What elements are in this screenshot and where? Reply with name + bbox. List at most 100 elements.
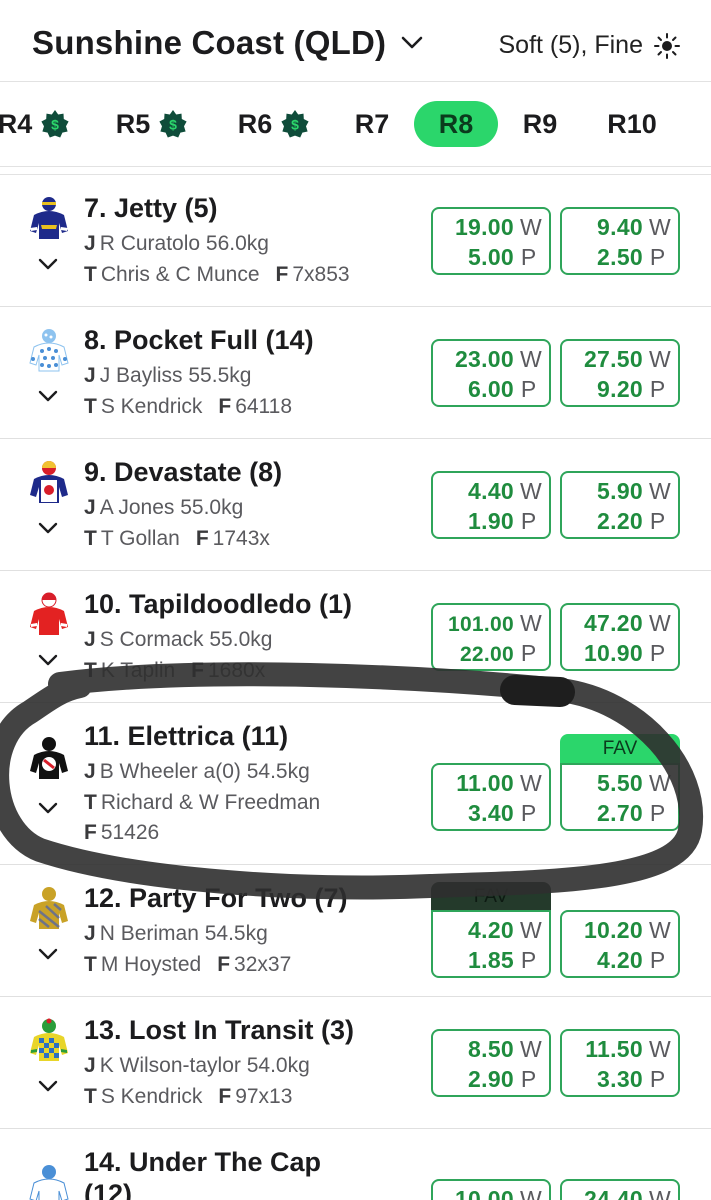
form: 32x37 (234, 953, 292, 976)
chevron-down-icon[interactable] (37, 801, 59, 815)
jockey-silks-icon (30, 737, 68, 779)
chevron-down-icon[interactable] (37, 257, 59, 271)
page-header: Sunshine Coast (QLD) Soft (5), Fine (0, 0, 711, 82)
chevron-down-icon (401, 36, 423, 49)
tab-r8[interactable]: R8 (414, 101, 498, 147)
trainer-name: K Taplin (100, 659, 176, 682)
money-badge-icon (281, 110, 309, 138)
jockey-name: B Wheeler a(0) 54.5kg (99, 760, 310, 783)
odds-button-fixed[interactable]: 24.40 W (560, 1179, 680, 1200)
runner-row[interactable]: 12. Party For Two (7) JN Beriman 54.5kg … (0, 865, 711, 997)
runner-barrier: (12) (84, 1179, 133, 1200)
form-line: F 51426 (84, 821, 160, 844)
odds-button-fixed[interactable]: 9.40 W 2.50 P (560, 207, 680, 275)
tab-r7[interactable]: R7 (346, 101, 398, 147)
runner-name: 8. Pocket Full (14) (84, 325, 314, 355)
runner-row[interactable]: 7. Jetty (5) JR Curatolo 56.0kg T Chris &… (0, 175, 711, 307)
trainer-line: TS Kendrick F 64118 (84, 395, 293, 418)
odds-button-tote[interactable]: 23.00 W 6.00 P (431, 339, 551, 407)
tab-label: R9 (522, 108, 558, 139)
jockey-line: JS Cormack 55.0kg (84, 628, 273, 651)
trainer-name: S Kendrick (100, 395, 203, 418)
odds-button-tote[interactable]: 10.00 W (431, 1179, 551, 1200)
trainer-line: TM Hoysted F 32x37 (84, 953, 292, 976)
odds-button-fixed[interactable]: 5.50 W 2.70 P (560, 763, 680, 831)
chevron-down-icon[interactable] (37, 521, 59, 535)
odds-button-tote[interactable]: 4.40 W 1.90 P (431, 471, 551, 539)
form: 51426 (100, 821, 160, 844)
jockey-name: J Bayliss 55.5kg (99, 364, 252, 387)
runner-row[interactable]: 14. Under The Cap (12) 10.00 W 24.40 W (0, 1129, 711, 1200)
jockey-line: JA Jones 55.0kg (84, 496, 244, 519)
trainer-name: T Gollan (100, 527, 180, 550)
jockey-name: A Jones 55.0kg (99, 496, 244, 519)
jockey-name: S Cormack 55.0kg (99, 628, 273, 651)
race-tabs: R4 R5 R6 R7 R8 R9 R10 (0, 82, 711, 167)
runner-name: 13. Lost In Transit (3) (84, 1015, 355, 1045)
chevron-down-icon[interactable] (37, 947, 59, 961)
tab-label: R10 (607, 108, 657, 139)
favourite-badge: FAV (560, 734, 680, 764)
runner-row[interactable]: 8. Pocket Full (14) JJ Bayliss 55.5kg TS… (0, 307, 711, 439)
odds-button-fixed[interactable]: 47.20 W 10.90 P (560, 603, 680, 671)
runner-row[interactable]: 10. Tapildoodledo (1) JS Cormack 55.0kg … (0, 571, 711, 703)
odds-button-tote[interactable]: 8.50 W 2.90 P (431, 1029, 551, 1097)
tab-label: R6 (237, 108, 273, 139)
chevron-down-icon[interactable] (37, 389, 59, 403)
favourite-badge: FAV (431, 882, 551, 912)
tab-r6[interactable]: R6 (232, 101, 316, 147)
odds-button-fixed[interactable]: 10.20 W 4.20 P (560, 910, 680, 978)
odds-button-tote[interactable]: 4.20 W 1.85 P (431, 910, 551, 978)
runner-row[interactable]: 13. Lost In Transit (3) JK Wilson-taylor… (0, 997, 711, 1129)
tab-r10[interactable]: R10 (598, 101, 666, 147)
odds-button-tote[interactable]: 19.00 W 5.00 P (431, 207, 551, 275)
sun-icon (654, 32, 680, 59)
runner-row[interactable]: 9. Devastate (8) JA Jones 55.0kg TT Goll… (0, 439, 711, 571)
form: 97x13 (235, 1085, 293, 1108)
jockey-line: JN Beriman 54.5kg (84, 922, 268, 945)
money-badge-icon (159, 110, 187, 138)
trainer-name: M Hoysted (100, 953, 202, 976)
form: 7x853 (292, 263, 350, 286)
money-badge-icon (41, 110, 69, 138)
venue-selector[interactable]: Sunshine Coast (QLD) (32, 24, 424, 62)
jockey-silks-icon (30, 461, 68, 503)
trainer-line: T Richard & W Freedman (84, 791, 321, 814)
odds-button-tote[interactable]: 101.00 W 22.00 P (431, 603, 551, 671)
tab-r5[interactable]: R5 (110, 101, 194, 147)
trainer-name: Chris & C Munce (100, 263, 260, 286)
tab-label: R7 (354, 108, 390, 139)
jockey-silks-icon (29, 1165, 69, 1200)
jockey-line: JJ Bayliss 55.5kg (84, 364, 252, 387)
runner-name: 12. Party For Two (7) (84, 883, 348, 913)
jockey-silks-icon (30, 592, 68, 635)
runner-row[interactable]: 11. Elettrica (11) JB Wheeler a(0) 54.5k… (0, 703, 711, 865)
jockey-line: JK Wilson-taylor 54.0kg (84, 1054, 310, 1077)
venue-title: Sunshine Coast (QLD) (32, 24, 387, 61)
jockey-silks-icon (29, 329, 69, 372)
trainer-line: TT Gollan F 1743x (84, 527, 270, 550)
form: 64118 (235, 395, 293, 418)
jockey-silks-icon (30, 197, 68, 239)
jockey-name: K Wilson-taylor 54.0kg (99, 1054, 310, 1077)
runner-name: 14. Under The Cap (84, 1147, 322, 1177)
runner-name: 7. Jetty (5) (84, 193, 218, 223)
jockey-silks-icon (30, 887, 68, 929)
odds-button-fixed[interactable]: 27.50 W 9.20 P (560, 339, 680, 407)
tab-label: R8 (438, 108, 474, 139)
tab-r9[interactable]: R9 (512, 101, 568, 147)
trainer-line: T Chris & C Munce F 7x853 (84, 263, 350, 286)
chevron-down-icon[interactable] (37, 653, 59, 667)
trainer-line: TS Kendrick F 97x13 (84, 1085, 293, 1108)
trainer-line: TK Taplin F 1680x (84, 659, 266, 682)
runner-name: 9. Devastate (8) (84, 457, 283, 487)
conditions-text: Soft (5), Fine (498, 31, 644, 59)
chevron-down-icon[interactable] (37, 1079, 59, 1093)
odds-button-tote[interactable]: 11.00 W 3.40 P (431, 763, 551, 831)
tab-r4[interactable]: R4 (0, 101, 76, 147)
jockey-line: JB Wheeler a(0) 54.5kg (84, 760, 310, 783)
odds-button-fixed[interactable]: 11.50 W 3.30 P (560, 1029, 680, 1097)
odds-button-fixed[interactable]: 5.90 W 2.20 P (560, 471, 680, 539)
jockey-name: R Curatolo 56.0kg (99, 232, 269, 255)
runner-name: 10. Tapildoodledo (1) (84, 589, 353, 619)
